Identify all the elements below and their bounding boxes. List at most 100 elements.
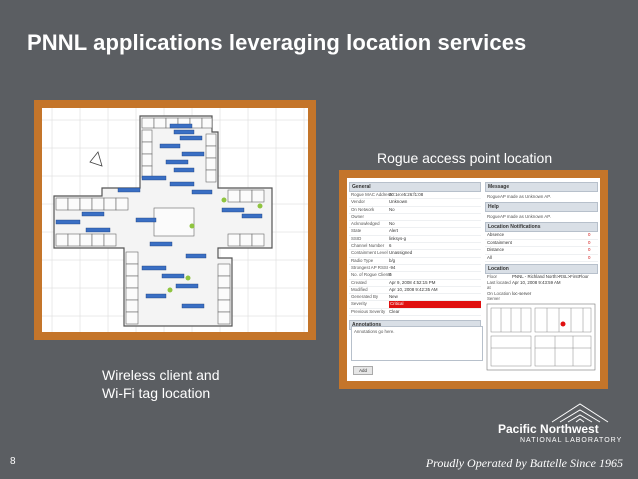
- general-section: General Rogue MAC Address 00:1e:e5:26:f1:…: [349, 182, 481, 331]
- general-row-value: 00:1e:e5:26:f1:08: [389, 192, 424, 197]
- location-value: Apr 10, 2008 9:43:59 AM: [512, 279, 561, 285]
- pnnl-logo-mark: [551, 403, 609, 423]
- wireless-caption-line2: Wi-Fi tag location: [102, 385, 211, 401]
- floor-plan-drawing: [42, 108, 308, 332]
- logo-lab: NATIONAL LABORATORY: [520, 437, 623, 444]
- general-row: Containment Level Unassigned: [349, 250, 481, 258]
- general-row-value: New: [389, 294, 398, 300]
- general-row-value: Alert: [389, 228, 399, 234]
- general-row-value: [389, 214, 481, 220]
- general-row: SSID linksys-g: [349, 235, 481, 244]
- general-header: General: [349, 182, 481, 192]
- general-row-key: Rogue MAC Address: [351, 192, 392, 197]
- notification-label: Containment: [487, 239, 512, 245]
- general-row-key: Modified: [351, 286, 368, 292]
- general-row: Created Apr 9, 2008 4:52:15 PM: [349, 280, 481, 287]
- general-row-value: Unassigned: [389, 250, 413, 256]
- rogue-ap-frame: General Rogue MAC Address 00:1e:e5:26:f1:…: [339, 170, 608, 389]
- location-header: Location: [485, 264, 598, 274]
- rogue-caption: Rogue access point location: [377, 150, 553, 166]
- location-value: loc-server: [512, 290, 532, 296]
- general-row-value: Critical: [389, 301, 481, 308]
- location-rows: Floor PNNL - Richland North>RSL>FirstFloo…: [485, 274, 598, 302]
- message-text: RogueAP made as Unknown AP.: [487, 194, 551, 199]
- notification-row[interactable]: All 0: [485, 254, 598, 262]
- general-row: Strongest AP RSSI -94: [349, 264, 481, 273]
- footer-tagline: Proudly Operated by Battelle Since 1965: [425, 456, 623, 470]
- general-row: Modified Apr 10, 2008 9:42:35 AM: [349, 286, 481, 295]
- rogue-floor-map: [486, 303, 596, 370]
- annotations-input[interactable]: Annotations go here.: [351, 326, 483, 361]
- general-row: On Network No: [349, 207, 481, 214]
- general-row-key: Previous Severity: [351, 308, 386, 314]
- general-row: Previous Severity Clear: [349, 308, 481, 317]
- general-row-value: b/g: [389, 257, 396, 263]
- add-annotation-button[interactable]: Add: [353, 366, 373, 375]
- general-row: No. of Rogue Clients 0: [349, 272, 481, 280]
- general-row-value: No: [389, 221, 395, 227]
- help-header: Help: [485, 202, 598, 212]
- general-row-value: Clear: [389, 308, 400, 314]
- general-row: Channel Number 6: [349, 243, 481, 251]
- general-row: Vendor Unknown: [349, 199, 481, 207]
- location-row: Last located at Apr 10, 2008 9:43:59 AM: [485, 280, 598, 291]
- general-row-value: Apr 10, 2008 9:42:35 AM: [389, 286, 438, 292]
- right-sections: Message RogueAP made as Unknown AP. Help…: [485, 182, 598, 377]
- general-row-key: Created: [351, 279, 367, 285]
- help-text: RogueAP made as Unknown AP.: [487, 214, 551, 219]
- message-header: Message: [485, 182, 598, 192]
- page-number: 8: [10, 456, 16, 467]
- rogue-ap-details-panel: General Rogue MAC Address 00:1e:e5:26:f1:…: [347, 178, 600, 381]
- general-row-key: Radio Type: [351, 257, 374, 263]
- general-row-key: No. of Rogue Clients: [351, 272, 392, 278]
- general-row-key: State: [351, 228, 362, 234]
- notification-label: All: [487, 254, 492, 260]
- notification-row[interactable]: Containment 0: [485, 239, 598, 247]
- general-row: Owner: [349, 213, 481, 222]
- location-key: Last located at: [487, 279, 511, 291]
- location-key: On Location Server: [487, 290, 511, 302]
- notification-count: 0: [588, 247, 591, 252]
- general-row: Rogue MAC Address 00:1e:e5:26:f1:08: [349, 192, 481, 200]
- slide-title: PNNL applications leveraging location se…: [27, 30, 527, 55]
- general-row: Generated By New: [349, 294, 481, 302]
- general-row-key: On Network: [351, 206, 375, 212]
- general-row: Severity Critical: [349, 301, 481, 309]
- general-row: State Alert: [349, 228, 481, 236]
- general-row: Radio Type b/g: [349, 258, 481, 265]
- general-row-value: linksys-g: [389, 235, 407, 241]
- notification-row[interactable]: Distance 0: [485, 247, 598, 255]
- general-row-key: SSID: [351, 235, 362, 241]
- notification-count: 0: [588, 239, 591, 245]
- notification-label: Absence: [487, 232, 505, 237]
- general-row-value: Apr 9, 2008 4:52:15 PM: [389, 279, 436, 285]
- notification-count: 0: [588, 232, 591, 237]
- general-row-value: -94: [389, 264, 396, 270]
- wireless-caption: Wireless client and Wi-Fi tag location: [102, 366, 220, 402]
- general-row-value: No: [389, 206, 395, 212]
- wireless-map-frame: [34, 100, 316, 340]
- notification-row[interactable]: Absence 0: [485, 232, 598, 240]
- general-row: Acknowledged No: [349, 221, 481, 229]
- general-row-key: Generated By: [351, 294, 379, 300]
- general-row-value: 0: [389, 272, 392, 278]
- logo-name: Pacific Northwest: [498, 422, 599, 436]
- general-row-key: Acknowledged: [351, 221, 380, 227]
- general-rows: Rogue MAC Address 00:1e:e5:26:f1:08 Vendor…: [349, 192, 481, 317]
- general-row-key: Channel Number: [351, 243, 385, 249]
- general-row-key: Strongest AP RSSI: [351, 264, 389, 270]
- pnnl-logo: Pacific Northwest NATIONAL LABORATORY: [498, 402, 628, 446]
- wireless-floor-map: [42, 108, 308, 332]
- notifications-header: Location Notifications: [485, 222, 598, 232]
- general-row-value: Unknown: [389, 199, 408, 205]
- general-row-key: Vendor: [351, 199, 365, 205]
- notification-count: 0: [588, 254, 591, 260]
- general-row-key: Severity: [351, 301, 367, 307]
- general-row-value: 6: [389, 243, 392, 249]
- general-row-key: Owner: [351, 213, 364, 219]
- annotations-text: Annotations go here.: [354, 329, 395, 334]
- location-row: On Location Server loc-server: [485, 291, 598, 302]
- general-row-key: Containment Level: [351, 250, 388, 256]
- rogue-ap-marker: [560, 321, 566, 326]
- wireless-caption-line1: Wireless client and: [102, 367, 220, 383]
